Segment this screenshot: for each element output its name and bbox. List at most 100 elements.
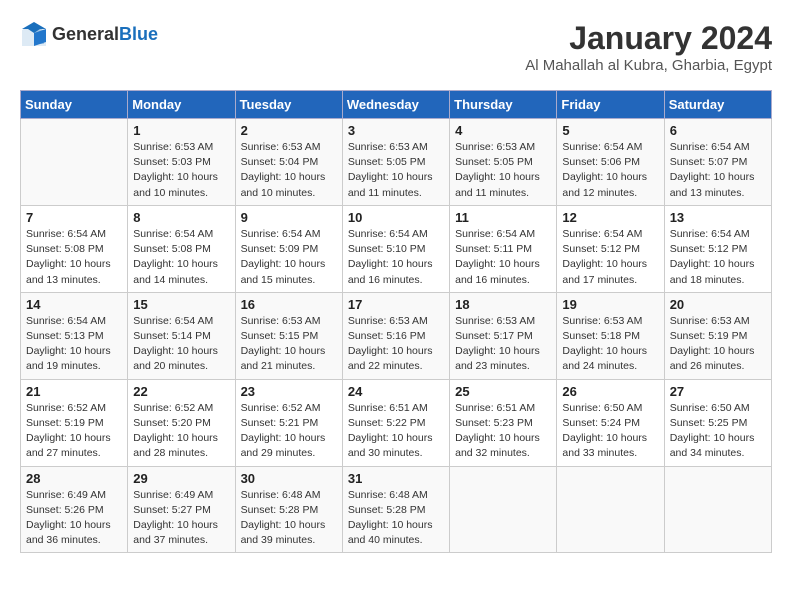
day-info: Sunrise: 6:53 AM Sunset: 5:05 PM Dayligh… xyxy=(455,140,551,201)
day-number: 9 xyxy=(241,210,337,225)
day-info: Sunrise: 6:54 AM Sunset: 5:14 PM Dayligh… xyxy=(133,314,229,375)
calendar-cell: 28 Sunrise: 6:49 AM Sunset: 5:26 PM Dayli… xyxy=(21,466,128,553)
calendar-cell: 24 Sunrise: 6:51 AM Sunset: 5:22 PM Dayli… xyxy=(342,379,449,466)
day-info: Sunrise: 6:52 AM Sunset: 5:19 PM Dayligh… xyxy=(26,401,122,462)
calendar-cell: 19Sunrise: 6:53 AM Sunset: 5:18 PM Dayli… xyxy=(557,292,664,379)
calendar-cell: 7 Sunrise: 6:54 AM Sunset: 5:08 PM Daylig… xyxy=(21,205,128,292)
day-info: Sunrise: 6:53 AM Sunset: 5:18 PM Dayligh… xyxy=(562,314,658,375)
calendar-cell: 4Sunrise: 6:53 AM Sunset: 5:05 PM Daylig… xyxy=(450,119,557,206)
calendar-cell: 23 Sunrise: 6:52 AM Sunset: 5:21 PM Dayli… xyxy=(235,379,342,466)
day-number: 26 xyxy=(562,384,658,399)
title-block: January 2024 Al Mahallah al Kubra, Gharb… xyxy=(525,20,772,74)
calendar-week-4: 21 Sunrise: 6:52 AM Sunset: 5:19 PM Dayli… xyxy=(21,379,772,466)
day-info: Sunrise: 6:51 AM Sunset: 5:22 PM Dayligh… xyxy=(348,401,444,462)
day-info: Sunrise: 6:53 AM Sunset: 5:05 PM Dayligh… xyxy=(348,140,444,201)
day-info: Sunrise: 6:53 AM Sunset: 5:16 PM Dayligh… xyxy=(348,314,444,375)
day-number: 14 xyxy=(26,297,122,312)
day-info: Sunrise: 6:54 AM Sunset: 5:10 PM Dayligh… xyxy=(348,227,444,288)
col-header-thursday: Thursday xyxy=(450,91,557,119)
day-number: 24 xyxy=(348,384,444,399)
calendar-table: SundayMondayTuesdayWednesdayThursdayFrid… xyxy=(20,90,772,553)
day-info: Sunrise: 6:54 AM Sunset: 5:13 PM Dayligh… xyxy=(26,314,122,375)
day-info: Sunrise: 6:52 AM Sunset: 5:20 PM Dayligh… xyxy=(133,401,229,462)
calendar-cell xyxy=(21,119,128,206)
calendar-cell: 13 Sunrise: 6:54 AM Sunset: 5:12 PM Dayli… xyxy=(664,205,771,292)
calendar-header: SundayMondayTuesdayWednesdayThursdayFrid… xyxy=(21,91,772,119)
day-number: 6 xyxy=(670,123,766,138)
day-info: Sunrise: 6:54 AM Sunset: 5:08 PM Dayligh… xyxy=(26,227,122,288)
day-info: Sunrise: 6:53 AM Sunset: 5:19 PM Dayligh… xyxy=(670,314,766,375)
day-number: 31 xyxy=(348,471,444,486)
day-number: 18 xyxy=(455,297,551,312)
day-info: Sunrise: 6:54 AM Sunset: 5:07 PM Dayligh… xyxy=(670,140,766,201)
day-info: Sunrise: 6:53 AM Sunset: 5:04 PM Dayligh… xyxy=(241,140,337,201)
day-number: 20 xyxy=(670,297,766,312)
calendar-cell: 6 Sunrise: 6:54 AM Sunset: 5:07 PM Daylig… xyxy=(664,119,771,206)
calendar-cell: 12 Sunrise: 6:54 AM Sunset: 5:12 PM Dayli… xyxy=(557,205,664,292)
col-header-tuesday: Tuesday xyxy=(235,91,342,119)
day-info: Sunrise: 6:54 AM Sunset: 5:08 PM Dayligh… xyxy=(133,227,229,288)
day-info: Sunrise: 6:53 AM Sunset: 5:17 PM Dayligh… xyxy=(455,314,551,375)
col-header-saturday: Saturday xyxy=(664,91,771,119)
calendar-week-2: 7 Sunrise: 6:54 AM Sunset: 5:08 PM Daylig… xyxy=(21,205,772,292)
day-number: 28 xyxy=(26,471,122,486)
day-number: 3 xyxy=(348,123,444,138)
day-info: Sunrise: 6:54 AM Sunset: 5:09 PM Dayligh… xyxy=(241,227,337,288)
day-number: 7 xyxy=(26,210,122,225)
calendar-cell: 22 Sunrise: 6:52 AM Sunset: 5:20 PM Dayli… xyxy=(128,379,235,466)
day-info: Sunrise: 6:54 AM Sunset: 5:11 PM Dayligh… xyxy=(455,227,551,288)
day-number: 16 xyxy=(241,297,337,312)
day-number: 22 xyxy=(133,384,229,399)
day-info: Sunrise: 6:54 AM Sunset: 5:06 PM Dayligh… xyxy=(562,140,658,201)
day-number: 23 xyxy=(241,384,337,399)
month-year-title: January 2024 xyxy=(525,20,772,57)
day-info: Sunrise: 6:51 AM Sunset: 5:23 PM Dayligh… xyxy=(455,401,551,462)
calendar-cell: 29Sunrise: 6:49 AM Sunset: 5:27 PM Dayli… xyxy=(128,466,235,553)
logo-general: General xyxy=(52,24,119,44)
calendar-cell: 17Sunrise: 6:53 AM Sunset: 5:16 PM Dayli… xyxy=(342,292,449,379)
logo-icon xyxy=(20,20,48,48)
page-header: GeneralBlue January 2024 Al Mahallah al … xyxy=(20,20,772,74)
calendar-cell xyxy=(557,466,664,553)
calendar-cell: 27Sunrise: 6:50 AM Sunset: 5:25 PM Dayli… xyxy=(664,379,771,466)
day-number: 1 xyxy=(133,123,229,138)
day-info: Sunrise: 6:54 AM Sunset: 5:12 PM Dayligh… xyxy=(670,227,766,288)
day-number: 13 xyxy=(670,210,766,225)
day-number: 30 xyxy=(241,471,337,486)
calendar-cell: 11Sunrise: 6:54 AM Sunset: 5:11 PM Dayli… xyxy=(450,205,557,292)
calendar-cell: 21 Sunrise: 6:52 AM Sunset: 5:19 PM Dayli… xyxy=(21,379,128,466)
day-info: Sunrise: 6:52 AM Sunset: 5:21 PM Dayligh… xyxy=(241,401,337,462)
location-subtitle: Al Mahallah al Kubra, Gharbia, Egypt xyxy=(525,57,772,74)
calendar-cell xyxy=(450,466,557,553)
calendar-cell: 8 Sunrise: 6:54 AM Sunset: 5:08 PM Daylig… xyxy=(128,205,235,292)
calendar-week-3: 14 Sunrise: 6:54 AM Sunset: 5:13 PM Dayli… xyxy=(21,292,772,379)
calendar-cell: 25 Sunrise: 6:51 AM Sunset: 5:23 PM Dayli… xyxy=(450,379,557,466)
day-info: Sunrise: 6:54 AM Sunset: 5:12 PM Dayligh… xyxy=(562,227,658,288)
day-info: Sunrise: 6:49 AM Sunset: 5:26 PM Dayligh… xyxy=(26,488,122,549)
calendar-cell: 2 Sunrise: 6:53 AM Sunset: 5:04 PM Daylig… xyxy=(235,119,342,206)
col-header-sunday: Sunday xyxy=(21,91,128,119)
calendar-cell: 9 Sunrise: 6:54 AM Sunset: 5:09 PM Daylig… xyxy=(235,205,342,292)
day-info: Sunrise: 6:49 AM Sunset: 5:27 PM Dayligh… xyxy=(133,488,229,549)
day-info: Sunrise: 6:48 AM Sunset: 5:28 PM Dayligh… xyxy=(241,488,337,549)
day-info: Sunrise: 6:50 AM Sunset: 5:25 PM Dayligh… xyxy=(670,401,766,462)
day-number: 2 xyxy=(241,123,337,138)
day-info: Sunrise: 6:50 AM Sunset: 5:24 PM Dayligh… xyxy=(562,401,658,462)
day-info: Sunrise: 6:48 AM Sunset: 5:28 PM Dayligh… xyxy=(348,488,444,549)
calendar-cell xyxy=(664,466,771,553)
day-number: 21 xyxy=(26,384,122,399)
logo-blue: Blue xyxy=(119,24,158,44)
calendar-cell: 3 Sunrise: 6:53 AM Sunset: 5:05 PM Daylig… xyxy=(342,119,449,206)
day-number: 25 xyxy=(455,384,551,399)
calendar-cell: 31 Sunrise: 6:48 AM Sunset: 5:28 PM Dayli… xyxy=(342,466,449,553)
day-number: 8 xyxy=(133,210,229,225)
day-number: 12 xyxy=(562,210,658,225)
col-header-friday: Friday xyxy=(557,91,664,119)
calendar-cell: 5Sunrise: 6:54 AM Sunset: 5:06 PM Daylig… xyxy=(557,119,664,206)
calendar-cell: 20 Sunrise: 6:53 AM Sunset: 5:19 PM Dayli… xyxy=(664,292,771,379)
calendar-cell: 18 Sunrise: 6:53 AM Sunset: 5:17 PM Dayli… xyxy=(450,292,557,379)
calendar-week-5: 28 Sunrise: 6:49 AM Sunset: 5:26 PM Dayli… xyxy=(21,466,772,553)
day-number: 15 xyxy=(133,297,229,312)
calendar-cell: 1Sunrise: 6:53 AM Sunset: 5:03 PM Daylig… xyxy=(128,119,235,206)
col-header-wednesday: Wednesday xyxy=(342,91,449,119)
